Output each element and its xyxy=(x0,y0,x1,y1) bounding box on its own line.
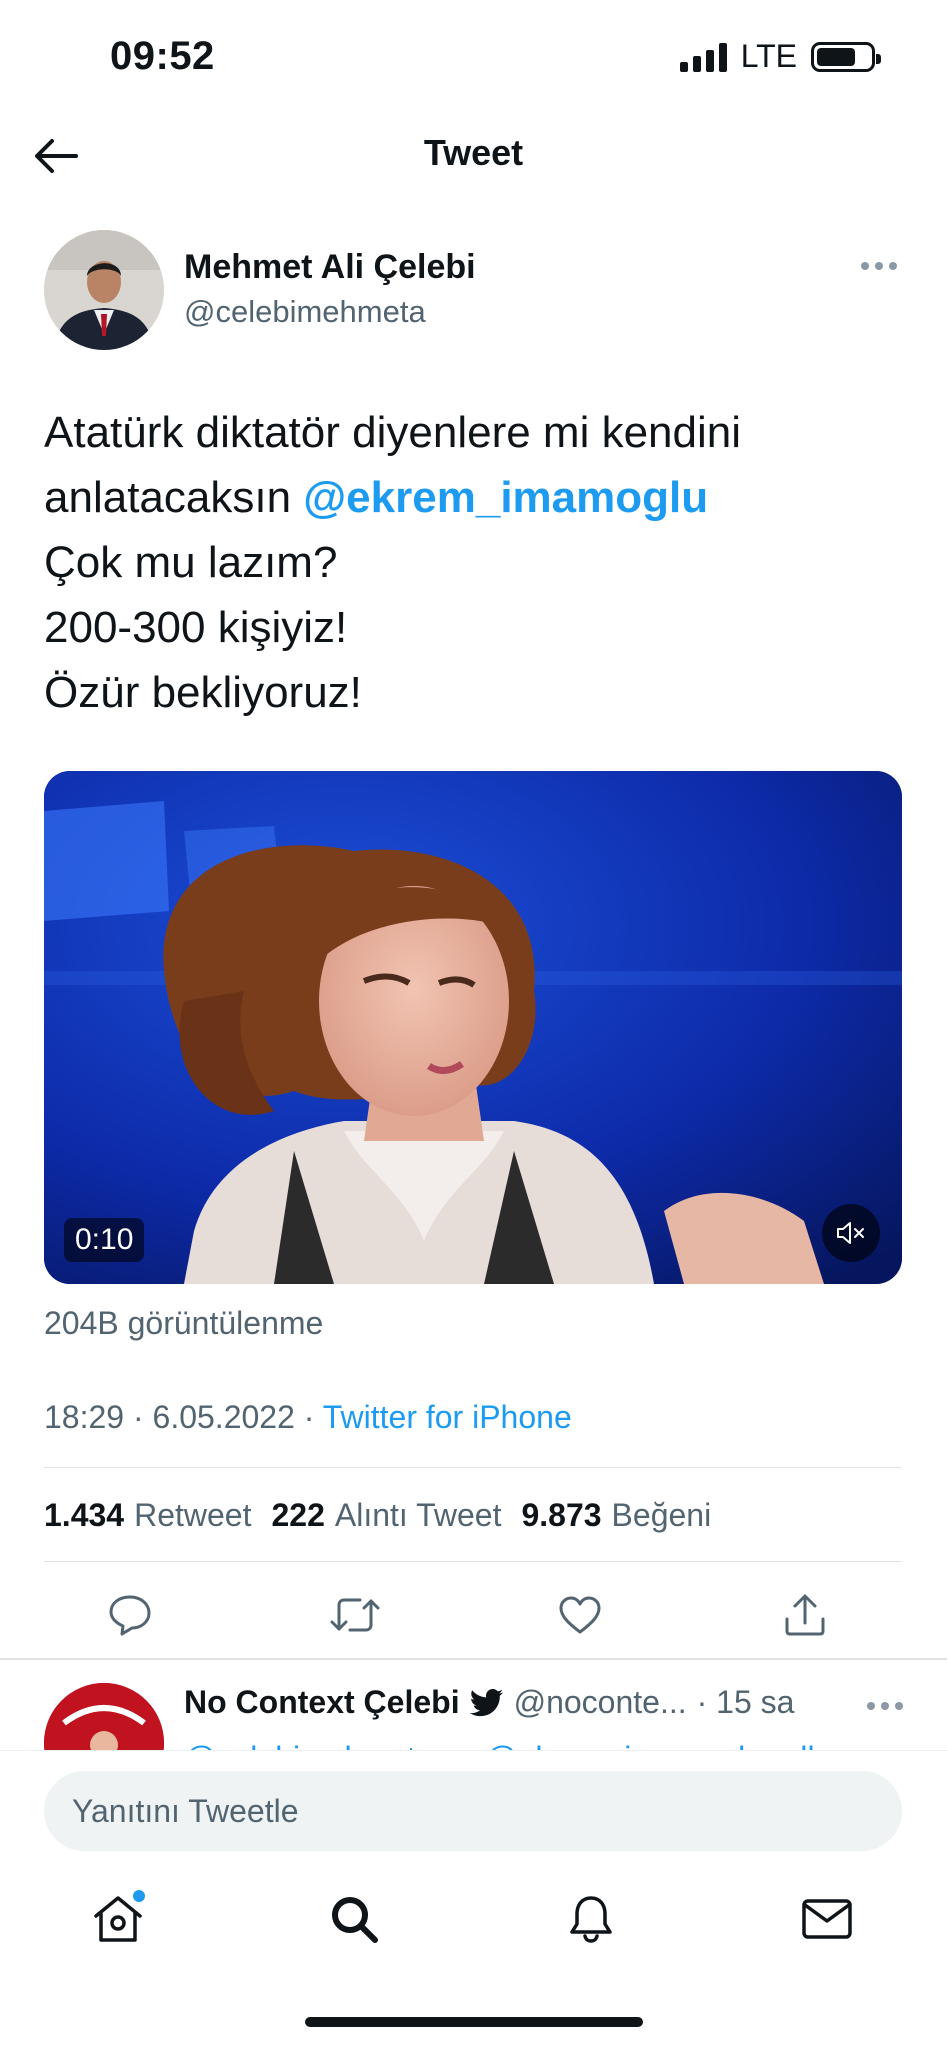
tweet-meta: 18:29 · 6.05.2022 · Twitter for iPhone xyxy=(44,1399,572,1436)
video-frame xyxy=(44,771,902,1284)
reply-text: @celebimehmeta ve @ekrem_imamoglu adlı xyxy=(184,1740,823,1750)
tweet-text-line: anlatacaksın @ekrem_imamoglu xyxy=(44,465,904,530)
status-time: 09:52 xyxy=(110,34,215,78)
reply-button[interactable] xyxy=(100,1585,160,1645)
divider xyxy=(44,1467,902,1468)
author-handle[interactable]: @celebimehmeta xyxy=(184,294,426,330)
status-indicators: LTE xyxy=(679,38,881,75)
tweet-actions xyxy=(100,1585,835,1645)
reply-more-button[interactable] xyxy=(867,1702,903,1710)
tweet-date: 6.05.2022 xyxy=(152,1399,295,1435)
top-nav: Tweet xyxy=(0,110,947,200)
heart-icon xyxy=(559,1596,601,1634)
reply-input-placeholder: Yanıtını Tweetle xyxy=(72,1792,299,1829)
like-count[interactable]: 9.873 Beğeni xyxy=(521,1497,711,1534)
retweet-count-label: Retweet xyxy=(134,1497,252,1533)
bell-icon xyxy=(570,1896,612,1943)
tweet-text-line: Özür bekliyoruz! xyxy=(44,668,362,717)
retweet-button[interactable] xyxy=(325,1585,385,1645)
quote-count[interactable]: 222 Alıntı Tweet xyxy=(271,1497,501,1534)
tweet-text-line: Atatürk diktatör diyenlere mi kendini xyxy=(44,408,741,457)
video-duration: 0:10 xyxy=(64,1218,145,1262)
search-icon xyxy=(332,1897,378,1943)
tweet-text: Atatürk diktatör diyenlere mi kendini an… xyxy=(44,400,904,725)
tab-bar xyxy=(0,1862,947,1972)
tweet-stats: 1.434 Retweet 222 Alıntı Tweet 9.873 Beğeni xyxy=(44,1497,711,1534)
twitter-bird-icon xyxy=(469,1688,503,1716)
author-name[interactable]: Mehmet Ali Çelebi xyxy=(184,248,476,287)
quote-count-value: 222 xyxy=(271,1497,325,1533)
tweet-detail-screen: 09:52 LTE Tweet Mehmet Ali Çelebi @celeb… xyxy=(0,0,947,2048)
battery-icon xyxy=(811,41,881,72)
retweet-count-value: 1.434 xyxy=(44,1497,125,1533)
quote-count-label: Alıntı Tweet xyxy=(334,1497,502,1533)
dot-icon xyxy=(861,262,869,270)
meta-separator: · xyxy=(303,1399,315,1435)
author-avatar[interactable] xyxy=(44,230,164,350)
like-count-label: Beğeni xyxy=(611,1497,712,1533)
mute-button[interactable] xyxy=(822,1204,880,1262)
tweet-video[interactable]: 0:10 xyxy=(44,771,902,1284)
tweet-source-link[interactable]: Twitter for iPhone xyxy=(323,1399,572,1435)
retweet-icon xyxy=(330,1598,380,1632)
mention-link[interactable]: @ekrem_imamoglu xyxy=(303,473,708,522)
retweet-count[interactable]: 1.434 Retweet xyxy=(44,1497,251,1534)
tweet-time: 18:29 xyxy=(44,1399,125,1435)
tab-search[interactable] xyxy=(319,1884,389,1954)
divider xyxy=(44,1561,902,1562)
tweet-text-fragment: anlatacaksın xyxy=(44,473,304,522)
tweet-text-line: Çok mu lazım? xyxy=(44,538,338,587)
notification-dot xyxy=(133,1890,145,1902)
reply-tweet[interactable]: No Context Çelebi @noconte... · 15 sa @c… xyxy=(0,1660,947,1750)
reply-icon xyxy=(109,1595,151,1636)
page-title: Tweet xyxy=(423,132,524,173)
home-indicator xyxy=(305,2017,643,2027)
share-button[interactable] xyxy=(775,1585,835,1645)
reply-author-name[interactable]: No Context Çelebi xyxy=(184,1684,460,1721)
like-count-value: 9.873 xyxy=(521,1497,602,1533)
reply-avatar[interactable] xyxy=(44,1683,164,1750)
more-options-button[interactable] xyxy=(854,254,904,278)
reply-input[interactable]: Yanıtını Tweetle xyxy=(44,1771,902,1851)
cellular-signal-icon xyxy=(679,42,727,72)
meta-separator: · xyxy=(132,1399,144,1435)
mail-icon xyxy=(802,1899,852,1939)
reply-author-handle[interactable]: @noconte... xyxy=(514,1684,687,1721)
status-bar: 09:52 LTE xyxy=(0,0,947,110)
reply-time: · 15 sa xyxy=(696,1684,795,1720)
tab-messages[interactable] xyxy=(792,1884,862,1954)
view-count: 204B görüntülenme xyxy=(44,1305,324,1341)
share-icon xyxy=(785,1594,825,1636)
tab-home[interactable] xyxy=(83,1884,153,1954)
like-button[interactable] xyxy=(550,1585,610,1645)
network-type: LTE xyxy=(740,38,797,74)
volume-muted-icon xyxy=(837,1222,864,1244)
reply-composer: Yanıtını Tweetle xyxy=(0,1750,947,1860)
tweet-text-line: 200-300 kişiyiz! xyxy=(44,603,348,652)
tweet-author: Mehmet Ali Çelebi @celebimehmeta xyxy=(44,230,904,350)
tab-notifications[interactable] xyxy=(556,1884,626,1954)
reply-header: No Context Çelebi @noconte... · 15 sa xyxy=(184,1684,794,1721)
